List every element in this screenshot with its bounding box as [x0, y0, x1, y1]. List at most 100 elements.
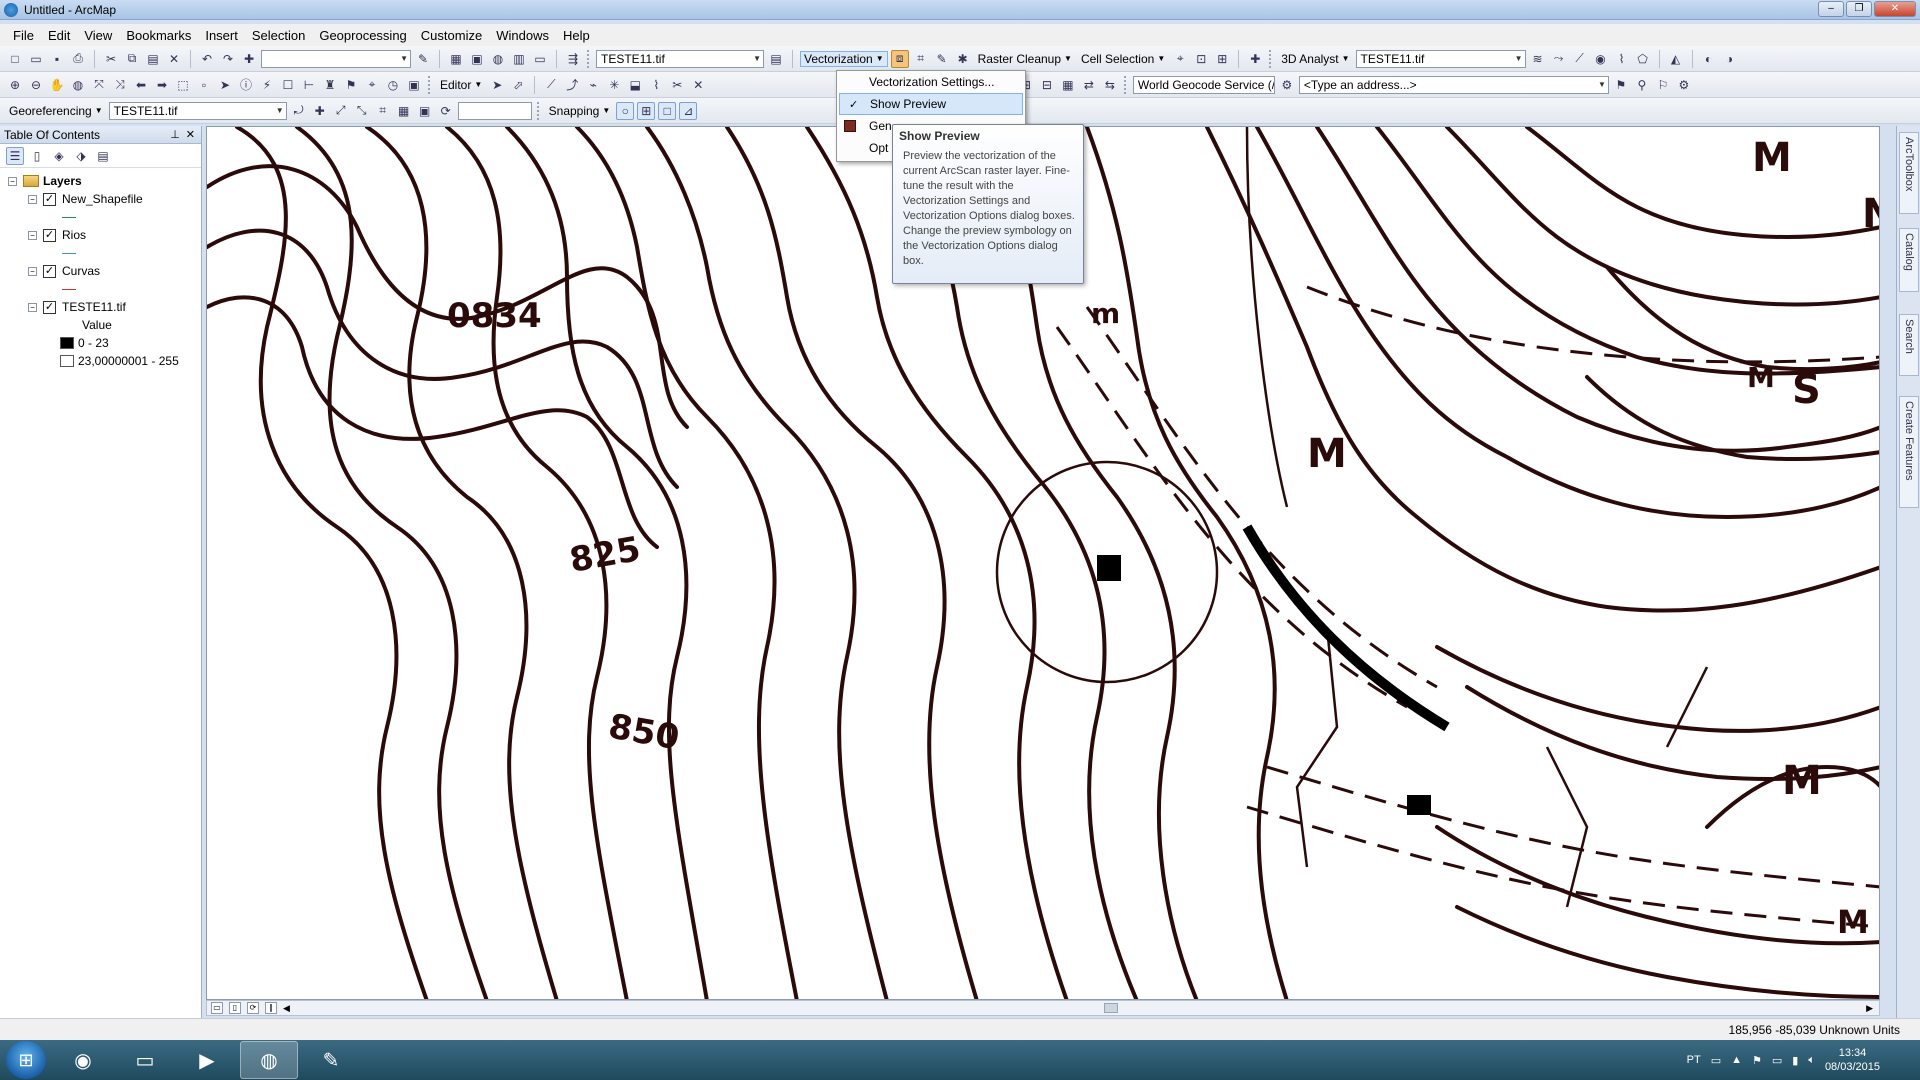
auto-registration-icon[interactable]: ⌗ [374, 102, 392, 120]
address-input[interactable]: <Type an address...> ▼ [1298, 75, 1609, 94]
save-icon[interactable]: ▪ [48, 50, 66, 68]
viewer-icon[interactable]: ▣ [416, 102, 434, 120]
hyperlink-icon[interactable]: ⚡ [258, 76, 276, 94]
open-folder-icon[interactable]: ▭ [27, 50, 45, 68]
undo-icon[interactable]: ↶ [198, 50, 216, 68]
arcscene-icon[interactable]: ◐ [1700, 50, 1718, 68]
layer-visibility-checkbox[interactable]: ✓ [43, 264, 56, 278]
arcglobe-icon[interactable]: ◑ [1721, 50, 1739, 68]
refresh-icon[interactable]: ⟳ [437, 102, 455, 120]
georeferencing-layer-combo[interactable]: TESTE11.tif ▼ [108, 101, 287, 120]
editor-toolbar-icon[interactable]: ✎ [414, 50, 432, 68]
forward-extent-icon[interactable]: ➡ [153, 76, 171, 94]
split-icon[interactable]: ✕ [689, 76, 707, 94]
edge-match-icon[interactable]: ⇆ [1101, 76, 1119, 94]
edge-snapping-icon[interactable]: ⊿ [679, 101, 698, 120]
network-icon[interactable]: ▮ [1792, 1054, 1798, 1067]
vectorization-settings-icon[interactable]: ✱ [954, 50, 972, 68]
link-table-icon[interactable]: ▦ [395, 102, 413, 120]
limited-adjustment-icon[interactable]: ⊟ [1038, 76, 1056, 94]
new-document-icon[interactable]: □ [6, 50, 24, 68]
horizontal-scrollbar[interactable] [296, 1003, 1860, 1013]
close-button[interactable]: ✕ [1874, 1, 1916, 17]
collapse-icon[interactable]: − [28, 302, 37, 312]
layer-row[interactable]: − ✓ TESTE11.tif [0, 298, 201, 316]
collapse-icon[interactable]: − [28, 230, 37, 240]
collapse-icon[interactable]: − [28, 194, 37, 204]
add-control-points-icon[interactable]: ✚ [311, 102, 329, 120]
scrollbar-left-arrow[interactable]: ◀ [283, 1003, 290, 1014]
menu-geoprocessing[interactable]: Geoprocessing [312, 26, 413, 45]
select-elements-icon[interactable]: ➤ [216, 76, 234, 94]
zoom-out-icon[interactable]: ⊖ [27, 76, 45, 94]
scrollbar-right-arrow[interactable]: ▶ [1866, 1003, 1879, 1014]
volume-icon[interactable]: 🔈︎ [1808, 1054, 1815, 1067]
clock[interactable]: 13:34 08/03/2015 [1825, 1046, 1880, 1074]
go-to-xy-icon[interactable]: ⌖ [363, 76, 381, 94]
link-table-icon[interactable]: ▦ [1059, 76, 1077, 94]
start-button[interactable]: ⊞ [6, 1041, 46, 1079]
find-icon[interactable]: ♜ [321, 76, 339, 94]
catalog-tab[interactable]: Catalog [1899, 228, 1919, 292]
clear-selection-icon[interactable]: ▫ [195, 76, 213, 94]
trace-icon[interactable]: ⌁ [584, 76, 602, 94]
menu-customize[interactable]: Customize [414, 26, 489, 45]
map-scale-combo[interactable]: ▼ [261, 49, 411, 68]
editor-dropdown[interactable]: Editor ▼ [437, 78, 485, 92]
layer-properties-icon[interactable]: ⚙ [1675, 76, 1693, 94]
menu-file[interactable]: File [6, 26, 41, 45]
edit-tool-icon[interactable]: ➤ [488, 76, 506, 94]
find-connected-cells-icon[interactable]: ⊞ [1213, 50, 1231, 68]
search-window-icon[interactable]: ◍ [489, 50, 507, 68]
viewer-window-icon[interactable]: ▣ [405, 76, 423, 94]
vectorization-trace-icon[interactable]: ⌗ [912, 50, 930, 68]
menu-view[interactable]: View [77, 26, 119, 45]
menu-windows[interactable]: Windows [489, 26, 556, 45]
catalog-window-icon[interactable]: ▣ [468, 50, 486, 68]
raster-snapping-icon[interactable]: ▤ [767, 50, 785, 68]
fixed-zoom-in-icon[interactable]: ⤧ [90, 76, 108, 94]
tree-row-layers[interactable]: − Layers [0, 172, 201, 190]
geocode-service-combo[interactable]: World Geocode Service (/▼ [1132, 75, 1275, 94]
class-swatch[interactable] [60, 337, 74, 349]
geocode-options-icon[interactable]: ⚙ [1278, 76, 1296, 94]
list-by-source-icon[interactable]: ▯ [28, 147, 46, 165]
list-by-drawing-order-icon[interactable]: ☰ [6, 146, 24, 165]
end-snapping-icon[interactable]: ⊞ [637, 101, 656, 120]
delete-icon[interactable]: ✕ [165, 50, 183, 68]
find-address-icon[interactable]: ⚲ [1633, 76, 1651, 94]
layer-name[interactable]: Rios [62, 228, 86, 242]
list-by-selection-icon[interactable]: ⬗ [72, 147, 90, 165]
generate-features-icon[interactable]: ⧈ [890, 49, 909, 68]
data-view-button[interactable]: ▭ [211, 1002, 223, 1014]
interpolate-polygon-icon[interactable]: ⬠ [1634, 50, 1652, 68]
toolbar-grip[interactable] [536, 101, 541, 120]
arcscan-layer-combo[interactable]: TESTE11.tif ▼ [596, 49, 764, 68]
collapse-icon[interactable]: − [8, 176, 17, 186]
layer-row[interactable]: − ✓ Curvas [0, 262, 201, 280]
interpolate-point-icon[interactable]: ◉ [1592, 50, 1610, 68]
vertex-snapping-icon[interactable]: □ [658, 101, 677, 120]
paint-taskbar-icon[interactable]: ✎ [302, 1041, 360, 1079]
contour-icon[interactable]: ≋ [1529, 50, 1547, 68]
pin-icon[interactable]: ⊥ [170, 128, 180, 141]
toolbar-grip[interactable] [587, 49, 591, 68]
attribute-transfer-icon[interactable]: ⇄ [1080, 76, 1098, 94]
layer-name[interactable]: TESTE11.tif [62, 300, 126, 314]
3d-analyst-dropdown[interactable]: 3D Analyst ▼ [1278, 52, 1352, 66]
menu-selection[interactable]: Selection [245, 26, 312, 45]
print-icon[interactable]: ⎙ [69, 50, 87, 68]
close-panel-icon[interactable]: ✕ [186, 128, 195, 141]
edit-vertices-icon[interactable]: ⬓ [626, 76, 644, 94]
copy-icon[interactable]: ⧉ [123, 50, 141, 68]
georef-scale-input[interactable] [457, 101, 532, 120]
layer-name[interactable]: Curvas [62, 264, 100, 278]
layer-name[interactable]: New_Shapefile [62, 192, 143, 206]
measure-icon[interactable]: ⊢ [300, 76, 318, 94]
3d-analyst-layer-combo[interactable]: TESTE11.tif ▼ [1355, 49, 1526, 68]
georeferencing-dropdown[interactable]: Georeferencing ▼ [6, 104, 106, 118]
maximize-button[interactable]: ❐ [1846, 1, 1872, 17]
search-tab[interactable]: Search [1899, 314, 1919, 376]
options-icon[interactable]: ▤ [94, 147, 112, 165]
menu-item-vectorization-settings[interactable]: Vectorization Settings... [837, 71, 1025, 93]
